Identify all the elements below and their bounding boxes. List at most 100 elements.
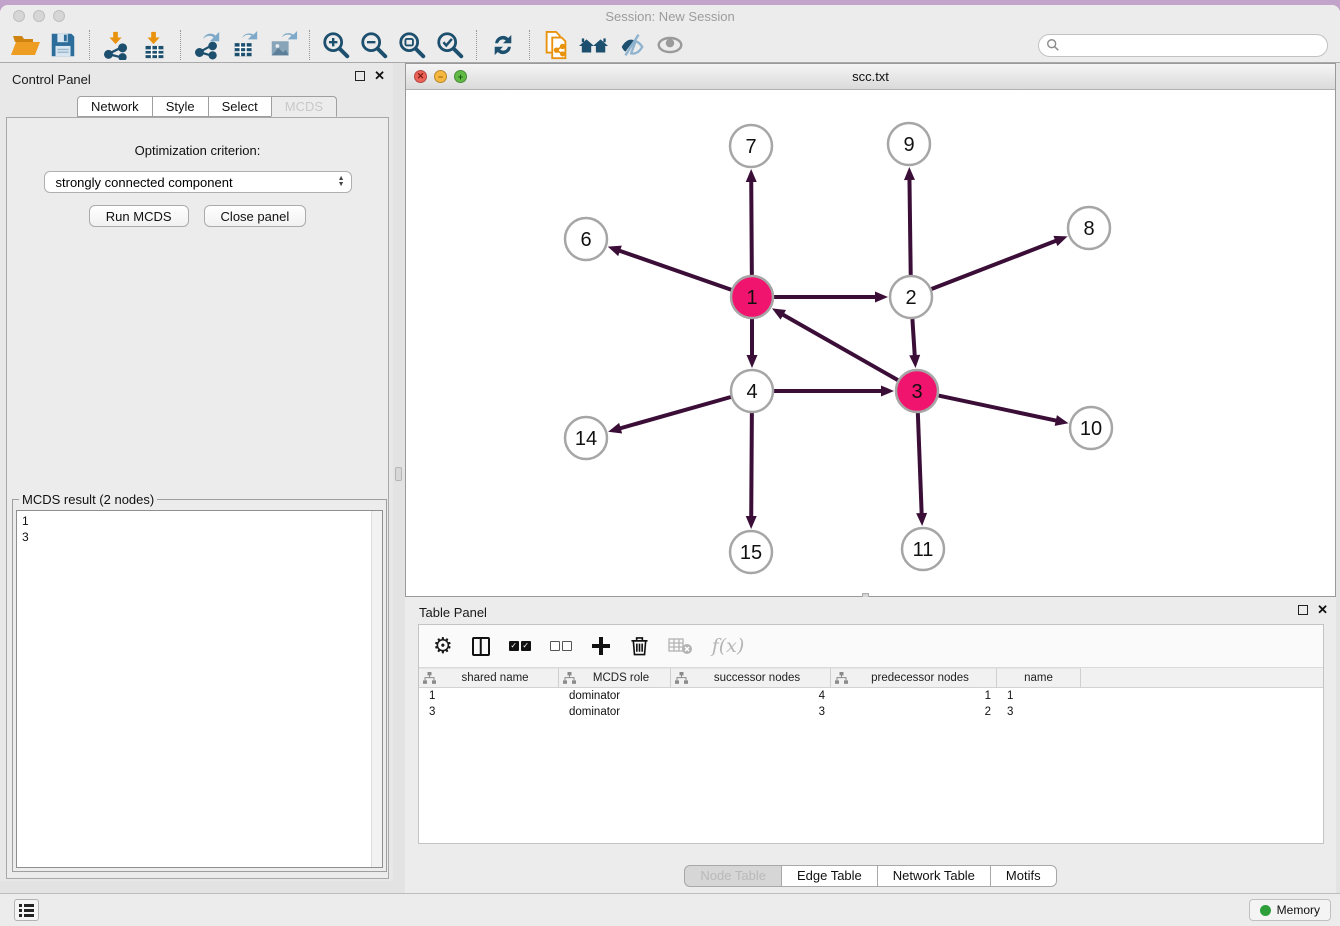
graph-edge[interactable] [619,397,731,429]
table-cell[interactable]: dominator [559,688,671,704]
delete-column-button[interactable] [630,635,649,657]
duplicate-network-button[interactable] [537,29,575,61]
zoom-out-button[interactable] [355,29,393,61]
table-cell[interactable]: 1 [997,688,1081,704]
graph-node-1[interactable]: 1 [731,276,773,318]
search-box[interactable] [1038,34,1328,57]
graph-edge[interactable] [912,319,914,357]
tab-network[interactable]: Network [77,96,153,117]
tab-style[interactable]: Style [152,96,209,117]
toolbar-separator [180,30,181,60]
table-cell[interactable]: 3 [997,704,1081,720]
graph-node-11[interactable]: 11 [902,528,944,570]
graph-node-3[interactable]: 3 [896,370,938,412]
zoom-window-icon[interactable] [53,10,65,22]
search-input[interactable] [1060,38,1320,52]
column-header-shared-name[interactable]: shared name [419,668,559,687]
panel-divider[interactable] [393,63,405,893]
graph-node-8[interactable]: 8 [1068,207,1110,249]
optimization-dropdown[interactable]: strongly connected component ▲▼ [44,171,352,193]
column-header-mcds-role[interactable]: MCDS role [559,668,671,687]
graph-node-4[interactable]: 4 [731,370,773,412]
network-maximize-icon[interactable]: + [454,70,467,83]
import-network-button[interactable] [97,29,135,61]
deselect-all-button[interactable] [550,641,572,651]
column-header-successor-nodes[interactable]: successor nodes [671,668,831,687]
traffic-lights [13,10,65,22]
add-column-button[interactable] [591,636,611,656]
graph-edge[interactable] [909,178,910,275]
tab-node-table[interactable]: Node Table [684,865,782,887]
graph-edge[interactable] [782,314,898,380]
table-cell[interactable]: 3 [419,704,559,720]
export-network-button[interactable] [188,29,226,61]
graph-node-14[interactable]: 14 [565,417,607,459]
save-session-button[interactable] [44,29,82,61]
import-table-button[interactable] [135,29,173,61]
close-panel-button[interactable]: Close panel [204,205,307,227]
graph-edge[interactable] [939,396,1058,421]
tab-edge-table[interactable]: Edge Table [781,865,878,887]
export-image-button[interactable] [264,29,302,61]
float-panel-icon[interactable] [355,71,365,81]
graph-edge[interactable] [751,413,752,518]
table-cell[interactable]: 1 [831,688,997,704]
result-scrollbar[interactable] [371,511,382,867]
minimize-window-icon[interactable] [33,10,45,22]
graph-node-9[interactable]: 9 [888,123,930,165]
graph-edge[interactable] [932,240,1058,289]
network-minimize-icon[interactable]: − [434,70,447,83]
export-table-button[interactable] [226,29,264,61]
zoom-in-button[interactable] [317,29,355,61]
close-panel-icon[interactable]: ✕ [374,71,385,81]
graph-node-7[interactable]: 7 [730,125,772,167]
float-table-panel-icon[interactable] [1298,605,1308,615]
close-table-panel-icon[interactable]: ✕ [1317,605,1328,615]
run-mcds-button[interactable]: Run MCDS [89,205,189,227]
open-folder-icon [9,29,41,61]
graph-node-6[interactable]: 6 [565,218,607,260]
control-panel-tabs: NetworkStyleSelectMCDS [77,96,337,117]
zoom-fit-button[interactable] [393,29,431,61]
svg-text:2: 2 [905,287,916,309]
tab-motifs[interactable]: Motifs [990,865,1057,887]
table-cell[interactable]: 3 [671,704,831,720]
network-graph-canvas[interactable]: 1 2 3 4 6 7 8 9 10 11 14 15 [406,90,1335,596]
table-cell[interactable]: 4 [671,688,831,704]
open-session-button[interactable] [6,29,44,61]
home-layout-button[interactable] [575,29,613,61]
graph-edge[interactable] [751,180,752,275]
toolbar-separator [309,30,310,60]
tab-select[interactable]: Select [208,96,272,117]
graph-node-2[interactable]: 2 [890,276,932,318]
table-settings-button[interactable]: ⚙ [433,635,453,657]
graph-node-15[interactable]: 15 [730,531,772,573]
graph-edge[interactable] [618,250,731,290]
divider-handle-icon[interactable] [395,467,402,481]
show-columns-button[interactable] [472,637,490,656]
table-row[interactable]: 1dominator411 [419,688,1323,704]
apply-layout-button[interactable] [484,29,522,61]
network-close-icon[interactable]: ✕ [414,70,427,83]
column-header-name[interactable]: name [997,668,1081,687]
table-cell[interactable]: 2 [831,704,997,720]
toggle-visibility-button[interactable] [651,29,689,61]
graph-edge[interactable] [918,413,922,515]
table-cell[interactable]: dominator [559,704,671,720]
table-row[interactable]: 3dominator323 [419,704,1323,720]
checked-box-icon: ✓ [521,641,531,651]
zoom-selected-button[interactable] [431,29,469,61]
graph-node-10[interactable]: 10 [1070,407,1112,449]
close-window-icon[interactable] [13,10,25,22]
tab-mcds[interactable]: MCDS [271,96,337,117]
network-window-titlebar[interactable]: ✕ − + scc.txt [406,64,1335,90]
optimization-value: strongly connected component [56,175,338,190]
show-panels-button[interactable] [14,899,39,921]
select-all-button[interactable]: ✓✓ [509,641,531,651]
table-cell[interactable]: 1 [419,688,559,704]
tab-network-table[interactable]: Network Table [877,865,991,887]
column-header-predecessor-nodes[interactable]: predecessor nodes [831,668,997,687]
memory-button[interactable]: Memory [1249,899,1331,921]
toggle-graphics-details-button[interactable] [613,29,651,61]
mcds-result-text[interactable]: 13 [16,510,383,868]
